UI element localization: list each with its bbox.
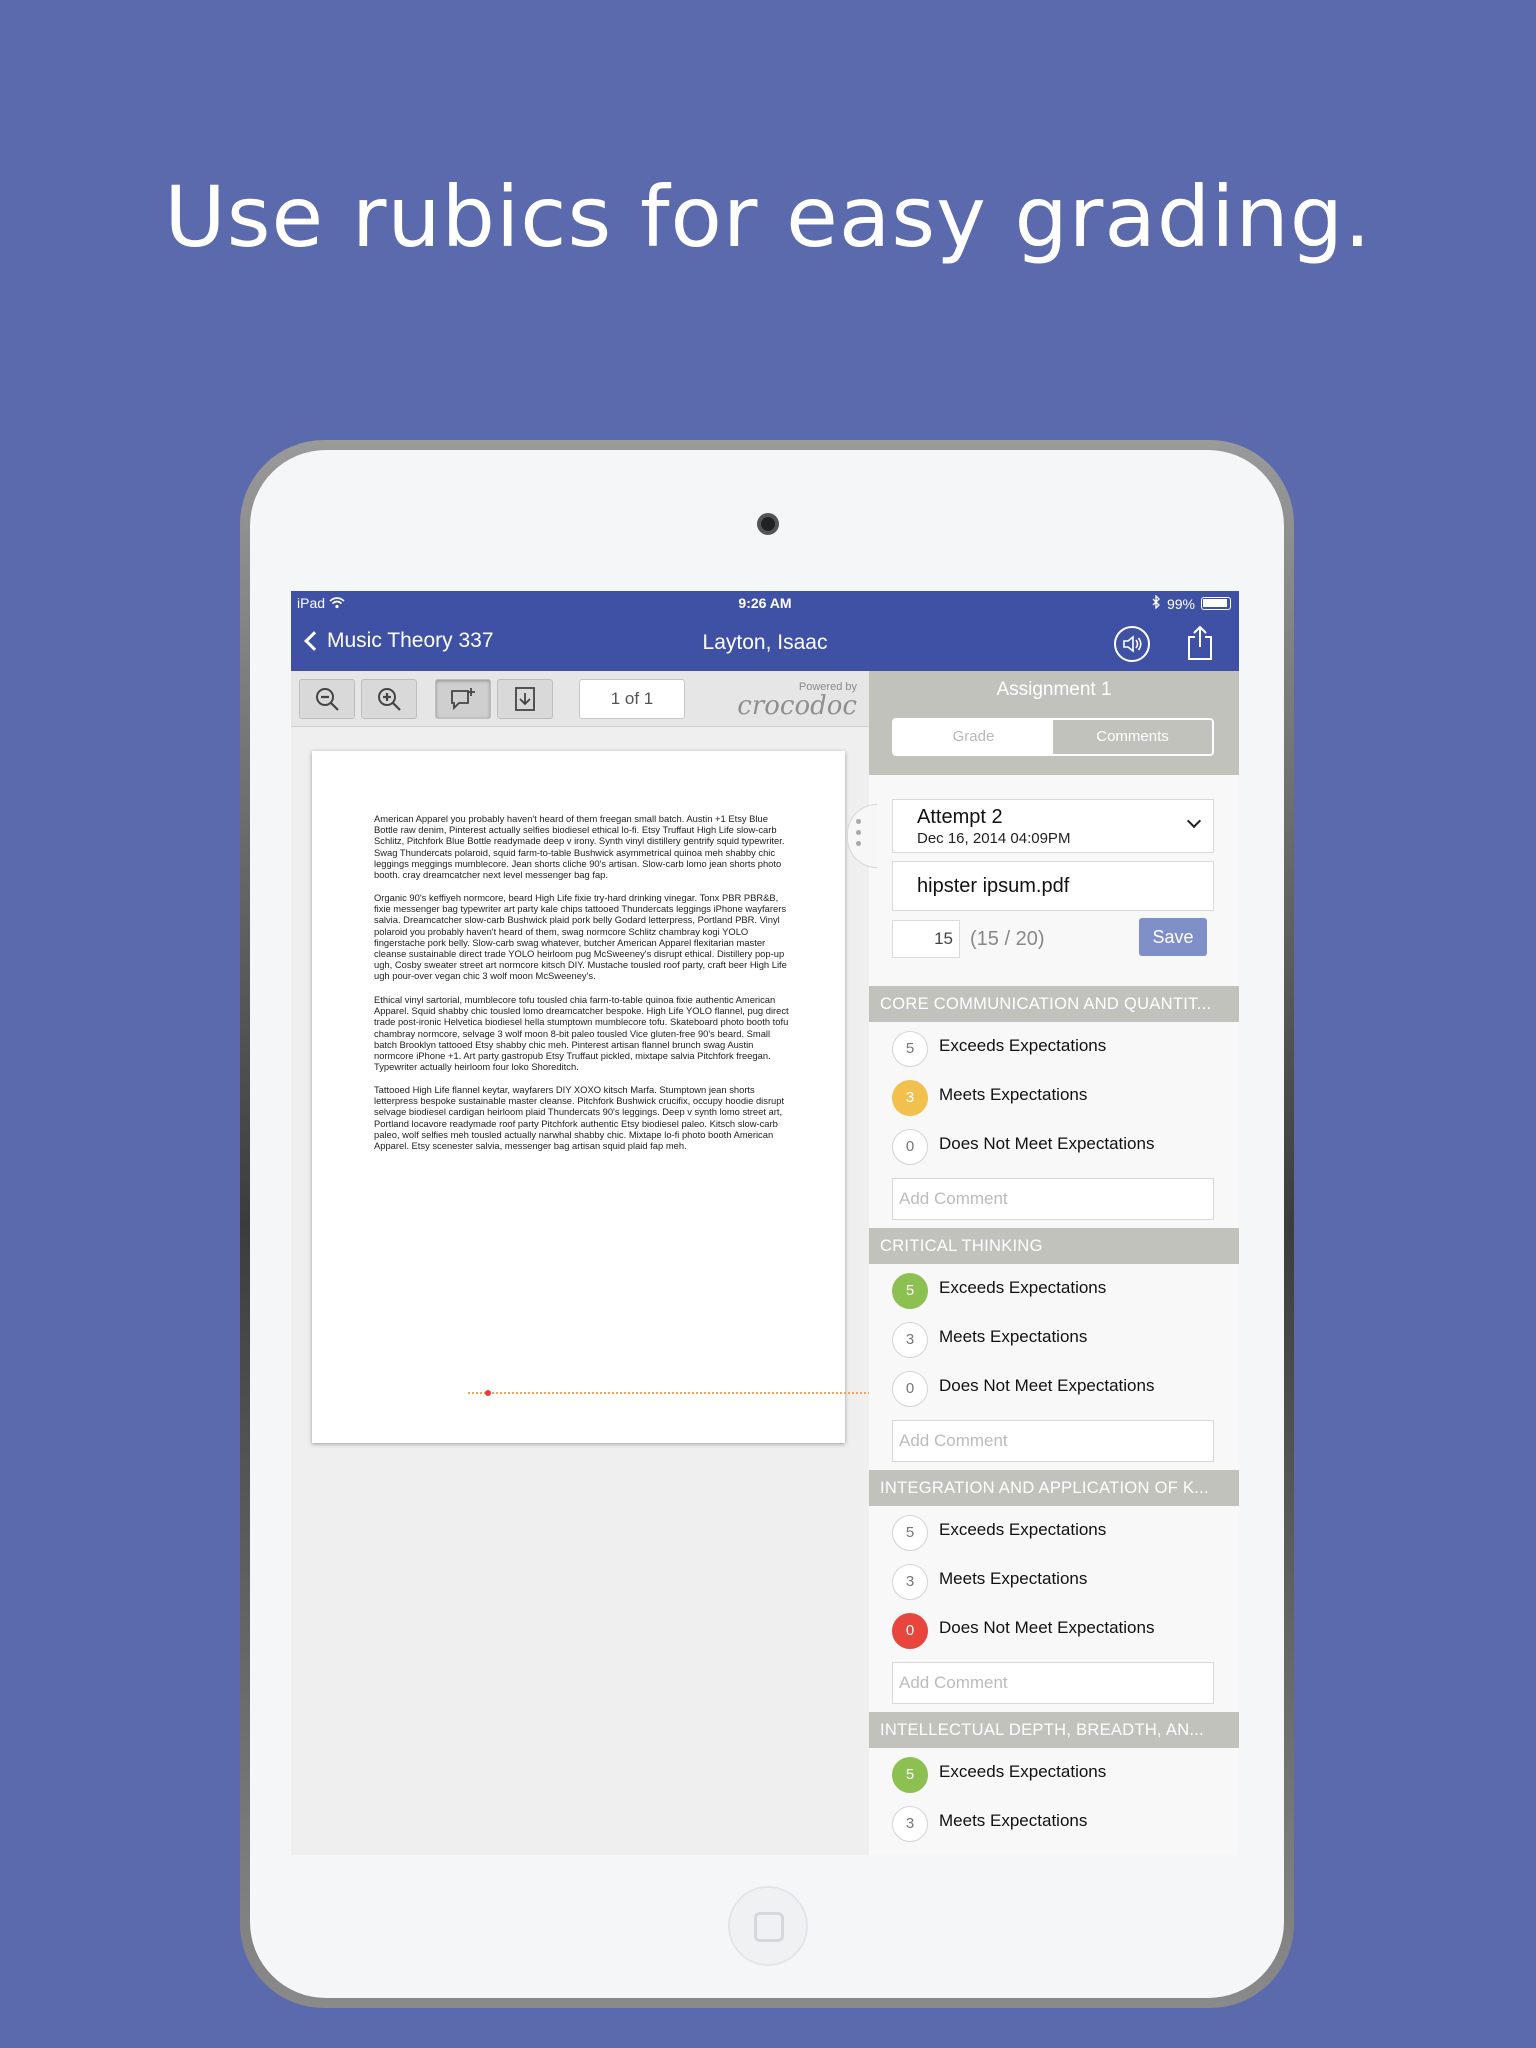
document-paragraph: Organic 90's keffiyeh normcore, beard Hi… [374,892,787,982]
rating-points-badge[interactable]: 5 [892,1031,928,1067]
grading-panel: Assignment 1 Grade Comments Attempt 2 De… [869,671,1239,1855]
bluetooth-icon [1151,594,1161,612]
add-comment-button[interactable] [435,679,491,719]
annotation-connector [468,1392,870,1394]
rating-points-badge[interactable]: 0 [892,1613,928,1649]
rubric-rating-option[interactable]: 3 Meets Expectations [869,1555,1239,1604]
zoom-out-icon [316,688,339,711]
attempt-label: Attempt 2 [917,806,1003,828]
rating-points-badge[interactable]: 5 [892,1273,928,1309]
rubric-rating-option[interactable]: 5 Exceeds Expectations [869,1022,1239,1071]
nav-bar: Music Theory 337 Layton, Isaac [291,615,1239,671]
rubric-criterion: CRITICAL THINKING 5 Exceeds Expectations 3 M… [869,1228,1239,1470]
download-button[interactable] [497,679,553,719]
crocodoc-brand: crocodoc [737,691,857,721]
status-bar: iPad 9:26 AM 99% [291,591,1239,615]
rating-label: Exceeds Expectations [939,1762,1107,1781]
rating-label: Does Not Meet Expectations [939,1618,1155,1637]
dropdown-chevron-icon [1186,813,1202,829]
nav-title: Layton, Isaac [702,631,828,654]
rating-label: Exceeds Expectations [939,1278,1107,1297]
zoom-in-icon [378,688,401,711]
rubric-list: CORE COMMUNICATION AND QUANTIT... 5 Exceed… [869,986,1239,1855]
rating-points-badge[interactable]: 0 [892,1371,928,1407]
rating-label: Meets Expectations [939,1085,1088,1104]
save-button[interactable]: Save [1139,918,1207,956]
rating-points-badge[interactable]: 0 [892,1129,928,1165]
add-comment-input[interactable]: Add Comment [892,1178,1214,1220]
rubric-rating-option[interactable]: 0 Does Not Meet Expectations [869,1604,1239,1653]
rating-points-badge[interactable]: 5 [892,1515,928,1551]
zoom-in-button[interactable] [361,679,417,719]
score-total: (15 / 20) [970,928,1045,950]
add-comment-input[interactable]: Add Comment [892,1420,1214,1462]
rating-points-badge[interactable]: 3 [892,1564,928,1600]
rubric-criterion-title: INTELLECTUAL DEPTH, BREADTH, AN... [869,1712,1239,1748]
document-paragraph: Ethical vinyl sartorial, mumblecore tofu… [374,994,789,1073]
download-icon [515,687,535,711]
document-toolbar: 1 of 1 Powered by crocodoc [291,671,869,727]
rating-label: Meets Expectations [939,1327,1088,1346]
speaker-icon[interactable] [1114,626,1150,662]
rubric-criterion-title: CRITICAL THINKING [869,1228,1239,1264]
annotation-marker[interactable] [485,1390,491,1396]
rubric-rating-option[interactable]: 0 Does Not Meet Expectations [869,1120,1239,1169]
rubric-criterion-title: INTEGRATION AND APPLICATION OF K... [869,1470,1239,1506]
rating-label: Does Not Meet Expectations [939,1134,1155,1153]
rating-label: Does Not Meet Expectations [939,1376,1155,1395]
rating-label: Exceeds Expectations [939,1036,1107,1055]
share-icon[interactable] [1187,625,1213,661]
document-viewer[interactable]: American Apparel you probably haven't he… [291,727,869,1855]
rubric-rating-option[interactable]: 3 Meets Expectations [869,1071,1239,1120]
document-page[interactable]: American Apparel you probably haven't he… [312,751,845,1443]
rubric-criterion: CORE COMMUNICATION AND QUANTIT... 5 Exceed… [869,986,1239,1228]
rating-label: Exceeds Expectations [939,1520,1107,1539]
rubric-rating-option[interactable]: 5 Exceeds Expectations [869,1748,1239,1797]
crocodoc-logo: Powered by crocodoc [737,681,857,719]
add-comment-icon [451,688,475,711]
attempt-date: Dec 16, 2014 04:09PM [917,830,1071,847]
rating-label: Meets Expectations [939,1569,1088,1588]
rubric-rating-option[interactable]: 3 Meets Expectations [869,1797,1239,1846]
battery-icon [1201,597,1231,610]
rubric-rating-option[interactable]: 5 Exceeds Expectations [869,1506,1239,1555]
home-button[interactable] [728,1886,808,1966]
rating-points-badge[interactable]: 3 [892,1806,928,1842]
tab-comments[interactable]: Comments [1053,720,1212,754]
rating-points-badge[interactable]: 5 [892,1757,928,1793]
assignment-title: Assignment 1 [996,679,1112,700]
tab-grade[interactable]: Grade [894,720,1053,754]
rating-points-badge[interactable]: 3 [892,1322,928,1358]
zoom-out-button[interactable] [299,679,355,719]
submission-file[interactable]: hipster ipsum.pdf [892,861,1214,911]
rubric-criterion: INTEGRATION AND APPLICATION OF K... 5 Exce… [869,1470,1239,1712]
rubric-criterion-title: CORE COMMUNICATION AND QUANTIT... [869,986,1239,1022]
marketing-headline: Use rubics for easy grading. [164,168,1372,266]
grading-header: Assignment 1 Grade Comments [869,671,1239,775]
document-paragraph: American Apparel you probably haven't he… [374,813,785,881]
rubric-rating-option[interactable]: 0 Does Not Meet Expectations [869,1362,1239,1411]
rubric-criterion: INTELLECTUAL DEPTH, BREADTH, AN... 5 Excee… [869,1712,1239,1855]
add-comment-input[interactable]: Add Comment [892,1662,1214,1704]
rating-points-badge[interactable]: 3 [892,1080,928,1116]
document-paragraph: Tattooed High Life flannel keytar, wayfa… [374,1084,785,1152]
rubric-rating-option[interactable]: 3 Meets Expectations [869,1313,1239,1362]
app-screen: iPad 9:26 AM 99% Music Theory 337 Layton… [291,591,1239,1855]
rating-label: Meets Expectations [939,1811,1088,1830]
status-time: 9:26 AM [738,595,792,611]
rubric-rating-option[interactable]: 5 Exceeds Expectations [869,1264,1239,1313]
battery-percent: 99% [1166,595,1195,612]
camera [757,513,779,535]
status-right: 99% [1151,594,1231,612]
grade-comments-segmented-control: Grade Comments [892,718,1214,756]
attempt-dropdown[interactable]: Attempt 2 Dec 16, 2014 04:09PM [892,799,1214,853]
score-input[interactable]: 15 [892,920,960,958]
page-indicator[interactable]: 1 of 1 [579,679,685,719]
